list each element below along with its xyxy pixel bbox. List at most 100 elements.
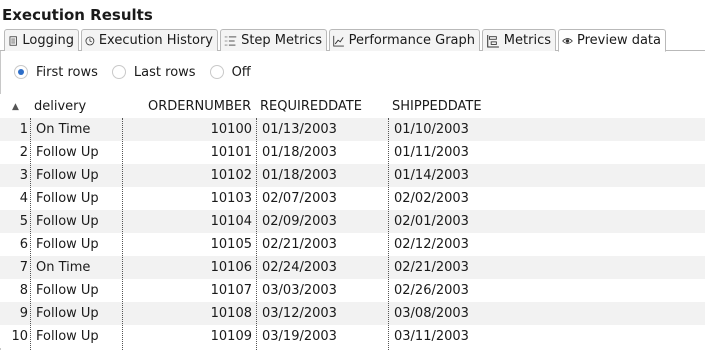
table-row[interactable]: 5 Follow Up 10104 02/09/2003 02/01/2003	[0, 210, 705, 233]
cell-delivery: Follow Up	[36, 145, 99, 160]
tab-performance-graph[interactable]: Performance Graph	[329, 29, 480, 51]
column-header-delivery[interactable]: delivery	[34, 99, 86, 114]
preview-mode-radio-group: First rows Last rows Off	[14, 63, 265, 81]
radio-selected-icon[interactable]	[14, 65, 28, 79]
column-divider	[388, 118, 389, 350]
performance-graph-icon	[333, 35, 344, 47]
cell-shippeddate: 01/11/2003	[394, 145, 469, 160]
results-tab-bar: Logging Execution History Step Metrics P…	[0, 29, 705, 52]
radio-unselected-icon[interactable]	[111, 65, 126, 79]
cell-shippeddate: 02/02/2003	[394, 191, 469, 206]
cell-ordernumber: 10100	[210, 122, 252, 137]
table-header-row: ▲ delivery ORDERNUMBER REQUIREDDATE SHIP…	[0, 94, 705, 118]
cell-shippeddate: 02/01/2003	[394, 214, 469, 229]
tab-label: Step Metrics	[241, 33, 322, 48]
tab-logging[interactable]: Logging	[4, 29, 79, 51]
row-index: 7	[19, 260, 28, 275]
table-body: 1 On Time 10100 01/13/2003 01/10/2003 2 Follow…	[0, 118, 705, 348]
cell-ordernumber: 10101	[210, 145, 252, 160]
column-header-requireddate[interactable]: REQUIREDDATE	[260, 99, 362, 114]
tab-label: Execution History	[98, 33, 213, 48]
row-index: 5	[19, 214, 28, 229]
tab-label: Preview data	[576, 33, 661, 48]
cell-ordernumber: 10108	[210, 306, 252, 321]
cell-ordernumber: 10106	[210, 260, 252, 275]
panel-title: Execution Results	[2, 6, 153, 24]
column-divider	[122, 118, 123, 350]
tab-preview-data[interactable]: Preview data	[558, 29, 666, 52]
cell-requireddate: 03/03/2003	[262, 283, 337, 298]
radio-first-rows[interactable]: First rows	[14, 65, 98, 80]
column-header-ordernumber[interactable]: ORDERNUMBER	[148, 99, 251, 114]
cell-delivery: On Time	[36, 122, 91, 137]
row-index: 2	[19, 145, 28, 160]
log-document-icon	[9, 35, 17, 46]
cell-ordernumber: 10109	[210, 329, 252, 344]
cell-ordernumber: 10102	[210, 168, 252, 183]
tab-step-metrics[interactable]: Step Metrics	[220, 29, 327, 51]
cell-ordernumber: 10103	[210, 191, 252, 206]
cell-delivery: Follow Up	[36, 168, 99, 183]
cell-requireddate: 01/13/2003	[262, 122, 337, 137]
cell-requireddate: 02/09/2003	[262, 214, 337, 229]
radio-label: First rows	[36, 64, 98, 80]
row-index: 6	[19, 237, 28, 252]
preview-data-table: ▲ delivery ORDERNUMBER REQUIREDDATE SHIP…	[0, 94, 705, 348]
row-index: 9	[19, 306, 28, 321]
column-divider	[256, 118, 257, 350]
table-row[interactable]: 6 Follow Up 10105 02/21/2003 02/12/2003	[0, 233, 705, 256]
table-row[interactable]: 7 On Time 10106 02/24/2003 02/21/2003	[0, 256, 705, 279]
cell-delivery: Follow Up	[36, 191, 99, 206]
row-index: 10	[11, 329, 28, 344]
table-row[interactable]: 3 Follow Up 10102 01/18/2003 01/14/2003	[0, 164, 705, 187]
table-row[interactable]: 9 Follow Up 10108 03/12/2003 03/08/2003	[0, 302, 705, 325]
row-index: 3	[19, 168, 28, 183]
cell-delivery: Follow Up	[36, 283, 99, 298]
cell-delivery: Follow Up	[36, 306, 99, 321]
cell-shippeddate: 02/21/2003	[394, 260, 469, 275]
table-row[interactable]: 8 Follow Up 10107 03/03/2003 02/26/2003	[0, 279, 705, 302]
eye-icon	[562, 37, 573, 44]
cell-ordernumber: 10104	[210, 214, 252, 229]
cell-ordernumber: 10105	[210, 237, 252, 252]
cell-shippeddate: 02/12/2003	[394, 237, 469, 252]
radio-last-rows[interactable]: Last rows	[111, 64, 196, 80]
tab-execution-history[interactable]: Execution History	[81, 29, 218, 51]
cell-shippeddate: 01/14/2003	[394, 168, 469, 183]
table-row[interactable]: 4 Follow Up 10103 02/07/2003 02/02/2003	[0, 187, 705, 210]
column-header-shippeddate[interactable]: SHIPPEDDATE	[392, 99, 482, 114]
table-row[interactable]: 1 On Time 10100 01/13/2003 01/10/2003	[0, 118, 705, 141]
table-row[interactable]: 2 Follow Up 10101 01/18/2003 01/11/2003	[0, 141, 705, 164]
tab-label: Performance Graph	[348, 33, 475, 48]
metrics-icon	[487, 34, 499, 48]
cell-ordernumber: 10107	[210, 283, 252, 298]
row-index: 4	[19, 191, 28, 206]
tab-metrics[interactable]: Metrics	[482, 29, 556, 51]
cell-requireddate: 03/12/2003	[262, 306, 337, 321]
row-index: 8	[19, 283, 28, 298]
step-metrics-icon	[224, 36, 237, 45]
cell-requireddate: 02/24/2003	[262, 260, 337, 275]
tab-label: Metrics	[503, 33, 551, 48]
cell-shippeddate: 03/11/2003	[394, 329, 469, 344]
cell-requireddate: 02/07/2003	[262, 191, 337, 206]
cell-shippeddate: 01/10/2003	[394, 122, 469, 137]
cell-shippeddate: 02/26/2003	[394, 283, 469, 298]
row-index: 1	[19, 122, 28, 137]
cell-delivery: Follow Up	[36, 329, 99, 344]
cell-requireddate: 03/19/2003	[262, 329, 337, 344]
radio-unselected-icon[interactable]	[209, 65, 224, 79]
cell-requireddate: 02/21/2003	[262, 237, 337, 252]
history-clock-icon	[85, 36, 95, 45]
cell-requireddate: 01/18/2003	[262, 145, 337, 160]
radio-label: Last rows	[133, 64, 196, 80]
column-divider	[30, 118, 31, 350]
table-row[interactable]: 10 Follow Up 10109 03/19/2003 03/11/2003	[0, 325, 705, 348]
radio-label: Off	[231, 64, 251, 80]
tab-label: Logging	[22, 33, 74, 48]
radio-off[interactable]: Off	[209, 64, 251, 80]
cell-delivery: Follow Up	[36, 214, 99, 229]
cell-delivery: On Time	[36, 260, 91, 275]
sort-ascending-icon[interactable]: ▲	[12, 102, 19, 112]
cell-delivery: Follow Up	[36, 237, 99, 252]
